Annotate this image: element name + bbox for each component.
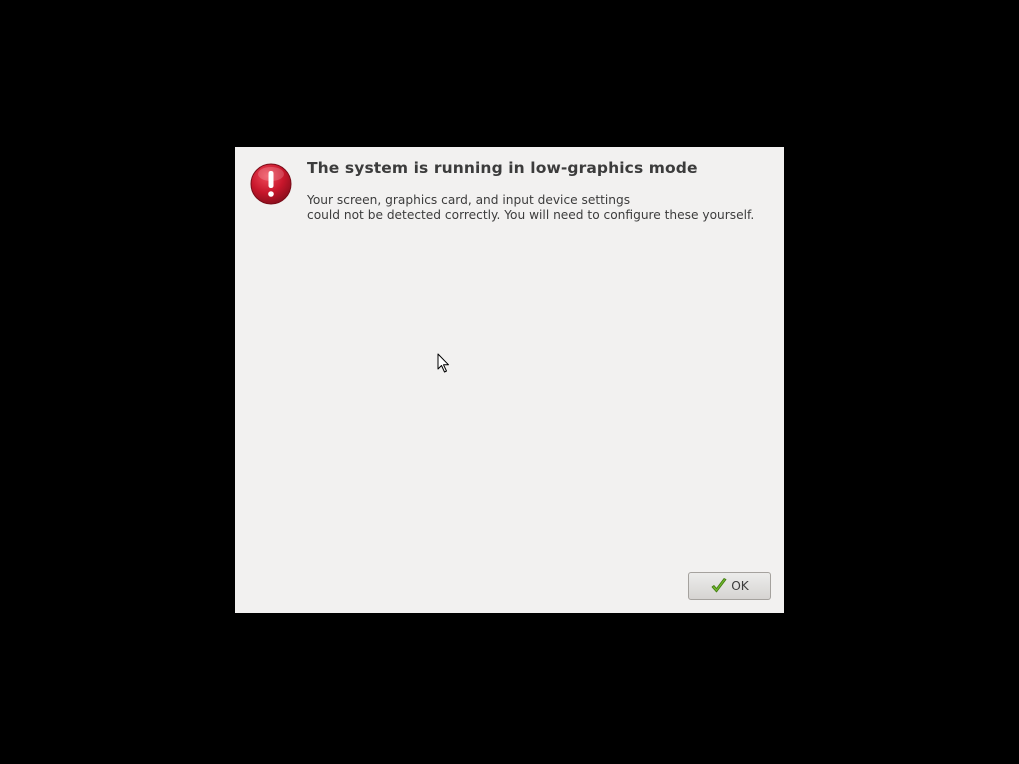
mouse-pointer-icon (437, 353, 449, 373)
dialog-message: Your screen, graphics card, and input de… (307, 193, 754, 223)
dialog-message-line-2: could not be detected correctly. You wil… (307, 208, 755, 222)
low-graphics-dialog: The system is running in low-graphics mo… (235, 147, 784, 613)
ok-button[interactable]: OK (688, 572, 771, 600)
error-exclamation-icon (250, 163, 292, 205)
dialog-title: The system is running in low-graphics mo… (307, 159, 698, 177)
ok-button-label: OK (731, 579, 749, 593)
dialog-message-line-1: Your screen, graphics card, and input de… (307, 193, 631, 207)
screen-background: The system is running in low-graphics mo… (0, 0, 1019, 764)
checkmark-icon (711, 578, 727, 593)
